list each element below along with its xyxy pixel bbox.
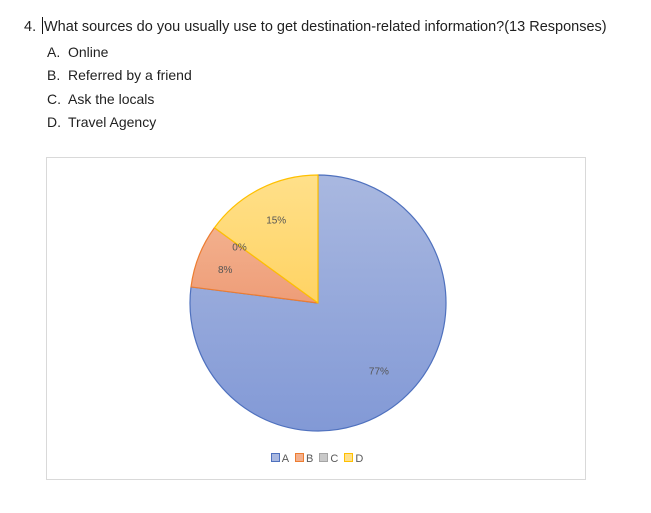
option-b: B. Referred by a friend bbox=[47, 65, 192, 88]
legend-label: C bbox=[330, 453, 339, 465]
data-label-a: 77% bbox=[369, 367, 389, 378]
option-a: A. Online bbox=[47, 42, 192, 65]
legend-label: A bbox=[281, 453, 290, 465]
legend-item-d: D bbox=[344, 452, 363, 466]
text-cursor bbox=[42, 17, 43, 34]
legend-item-c: C bbox=[319, 452, 338, 466]
data-label-c: 0% bbox=[232, 243, 247, 254]
data-label-b: 8% bbox=[218, 265, 233, 276]
option-text: Referred by a friend bbox=[68, 67, 192, 84]
option-text: Ask the locals bbox=[68, 90, 155, 107]
option-letter: C. bbox=[47, 90, 61, 107]
pie-chart-frame: 77% 8% 0% 15% A B C D bbox=[46, 157, 586, 480]
question-heading: 4. What sources do you usually use to get… bbox=[24, 17, 607, 37]
legend-item-a: A bbox=[270, 452, 290, 466]
option-c: C. Ask the locals bbox=[47, 89, 192, 112]
legend-swatch bbox=[270, 453, 280, 462]
option-letter: A. bbox=[47, 44, 61, 60]
legend-label: B bbox=[306, 453, 314, 465]
option-text: Online bbox=[68, 44, 109, 60]
option-d: D. Travel Agency bbox=[47, 112, 192, 135]
option-letter: D. bbox=[47, 113, 61, 130]
question-text: What sources do you usually use to get d… bbox=[44, 19, 607, 35]
legend-item-b: B bbox=[295, 452, 313, 466]
chart-legend: A B C D bbox=[47, 452, 587, 466]
legend-swatch bbox=[295, 453, 305, 462]
legend-label: D bbox=[355, 453, 364, 465]
data-label-d: 15% bbox=[266, 216, 286, 227]
legend-swatch bbox=[319, 453, 329, 462]
answer-options-list: A. Online B. Referred by a friend C. Ask th… bbox=[47, 42, 192, 135]
option-text: Travel Agency bbox=[68, 113, 157, 130]
question-number: 4. bbox=[24, 19, 37, 35]
option-letter: B. bbox=[47, 67, 61, 84]
legend-swatch bbox=[344, 453, 354, 462]
pie-chart: 77% 8% 0% 15% bbox=[189, 174, 447, 432]
